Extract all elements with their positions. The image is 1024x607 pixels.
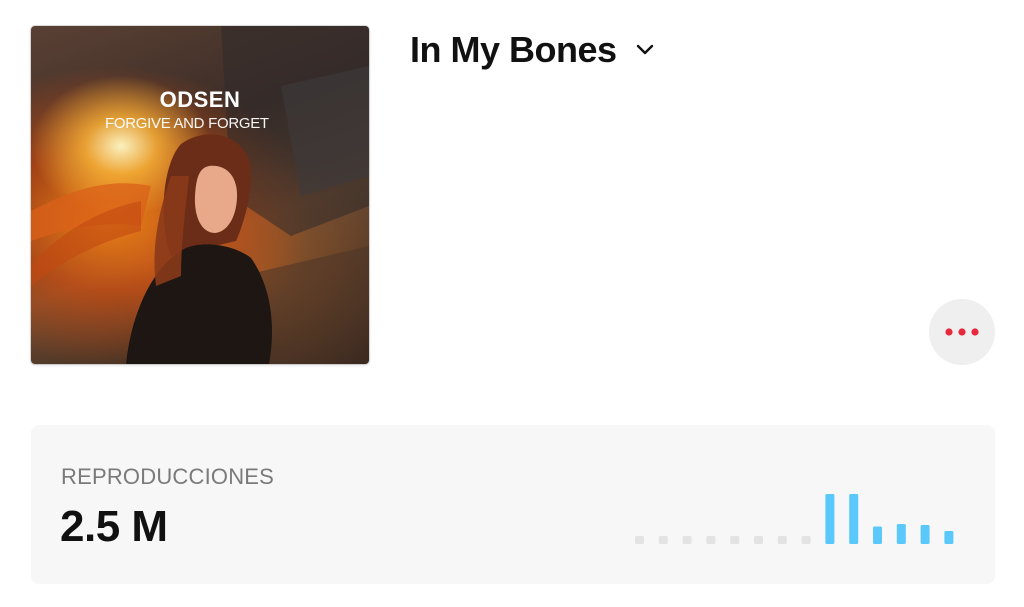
trend-bar bbox=[920, 525, 930, 544]
artwork-artist-text: ODSEN bbox=[159, 87, 241, 112]
trend-bar bbox=[896, 524, 906, 544]
trend-bar bbox=[777, 536, 787, 544]
artwork-album-text: FORGIVE AND FORGET bbox=[105, 115, 269, 132]
ellipsis-icon bbox=[945, 328, 979, 336]
album-artwork[interactable]: ODSEN FORGIVE AND FORGET bbox=[31, 26, 369, 364]
trend-bar bbox=[754, 536, 763, 544]
song-title[interactable]: In My Bones bbox=[410, 29, 617, 71]
trend-bar bbox=[825, 494, 835, 544]
trend-bar bbox=[682, 536, 692, 544]
trend-bar bbox=[873, 526, 882, 544]
plays-stats-card: REPRODUCCIONES 2.5 M bbox=[31, 425, 995, 584]
title-row[interactable]: In My Bones bbox=[410, 29, 655, 71]
plays-value: 2.5 M bbox=[60, 502, 168, 551]
chevron-down-icon[interactable] bbox=[635, 43, 655, 57]
trend-bar bbox=[658, 536, 668, 544]
more-options-button[interactable] bbox=[929, 299, 995, 365]
trend-bar bbox=[849, 494, 859, 544]
artwork-illustration bbox=[31, 26, 369, 364]
trend-bar bbox=[635, 536, 644, 544]
plays-label: REPRODUCCIONES bbox=[61, 464, 275, 489]
trend-bar bbox=[944, 531, 954, 544]
song-page: ODSEN FORGIVE AND FORGET In My Bones REP… bbox=[0, 0, 1024, 607]
trend-bar bbox=[706, 536, 716, 544]
trend-bar bbox=[730, 536, 740, 544]
plays-trend-chart bbox=[635, 494, 954, 544]
trend-bar bbox=[801, 536, 811, 544]
